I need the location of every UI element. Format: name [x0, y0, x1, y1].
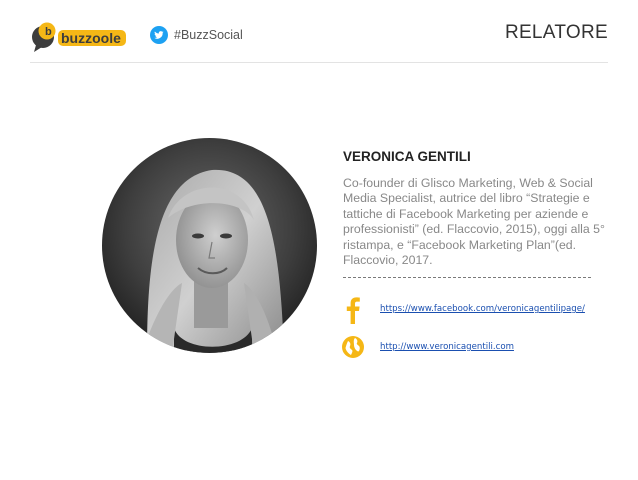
- header-divider: [30, 62, 608, 63]
- svg-text:buzzoole: buzzoole: [61, 30, 121, 46]
- speaker-name: VERONICA GENTILI: [343, 149, 471, 164]
- speaker-photo: [102, 138, 317, 353]
- twitter-icon: [150, 26, 168, 44]
- facebook-link-row: https://www.facebook.com/veronicagentili…: [340, 294, 585, 324]
- bio-divider: [343, 277, 591, 278]
- svg-text:b: b: [45, 26, 52, 38]
- header: b buzzoole #BuzzSocial RELATORE: [0, 0, 638, 64]
- hashtag-group: #BuzzSocial: [150, 26, 243, 44]
- globe-icon[interactable]: [340, 332, 366, 362]
- facebook-link[interactable]: https://www.facebook.com/veronicagentili…: [380, 304, 585, 314]
- speaker-bio: Co-founder di Glisco Marketing, Web & So…: [343, 176, 605, 268]
- buzzoole-logo: b buzzoole: [30, 20, 130, 54]
- website-link-row: http://www.veronicagentili.com: [340, 332, 514, 362]
- hashtag-text: #BuzzSocial: [174, 28, 243, 42]
- facebook-icon[interactable]: [340, 294, 366, 324]
- website-link[interactable]: http://www.veronicagentili.com: [380, 342, 514, 352]
- page-title: RELATORE: [504, 22, 608, 43]
